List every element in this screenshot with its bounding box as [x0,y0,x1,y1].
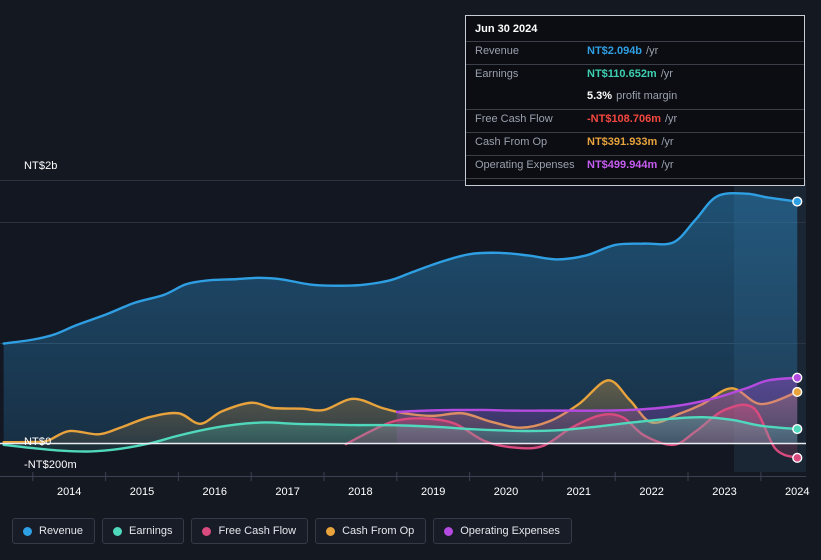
tooltip-row: Earnings NT$110.652m/yr [466,64,804,87]
tooltip-row-key: Operating Expenses [475,159,575,171]
x-axis-label-2023: 2023 [712,486,737,498]
y-axis-label-bottom: -NT$200m [24,459,77,471]
tooltip-row: 5.3% profit margin [466,87,804,109]
y-axis-label-top: NT$2b [24,160,58,172]
legend-color-dot [202,526,212,536]
tooltip-row-value: -NT$108.706m [587,113,661,125]
tooltip-row-value: NT$110.652m [587,68,657,80]
legend-label: Cash From Op [342,525,415,537]
tooltip-row-key: Earnings [475,68,519,80]
legend-item-free-cash-flow[interactable]: Free Cash Flow [191,518,309,544]
tooltip-row-suffix: /yr [661,136,674,148]
x-axis-label-2019: 2019 [420,486,446,498]
endpoint-marker [792,452,803,463]
x-axis-label-2015: 2015 [129,486,155,498]
endpoint-marker [792,386,803,398]
legend-color-dot [23,526,32,536]
x-axis-label-2017: 2017 [275,486,300,498]
tooltip-row-value: NT$2.094b [587,45,643,57]
x-axis-label-2021: 2021 [566,486,592,498]
legend-color-dot [113,526,123,536]
tooltip-row-suffix: /yr [646,45,659,57]
x-axis-label-2022: 2022 [639,486,664,498]
legend-label: Revenue [39,525,84,537]
tooltip-date: Jun 30 2024 [475,23,538,35]
tooltip-row: Revenue NT$2.094b/yr [466,41,804,64]
tooltip-rows: Revenue NT$2.094b/yr Earnings NT$110.652m/y… [466,41,804,178]
tooltip-row: Free Cash Flow -NT$108.706m/yr [466,109,804,132]
tooltip-row-value: NT$391.933m [587,136,658,148]
x-axis-label-2018: 2018 [348,486,373,498]
y-axis-label-zero: NT$0 [24,436,52,448]
x-axis-label-2016: 2016 [202,486,228,498]
tooltip-row-suffix: profit margin [616,90,678,102]
endpoint-marker [792,423,803,435]
legend-item-operating-expenses[interactable]: Operating Expenses [433,518,572,544]
endpoint-marker [792,196,803,207]
tooltip-row: Cash From Op NT$391.933m/yr [466,132,804,155]
tooltip-row-suffix: /yr [660,68,673,80]
tooltip-row: Operating Expenses NT$499.944m/yr [466,155,804,178]
tooltip-row-value: NT$499.944m [587,159,658,171]
tooltip-row-suffix: /yr [661,159,674,171]
legend-color-dot [326,526,336,536]
legend-item-cash-from-op[interactable]: Cash From Op [315,518,427,544]
data-tooltip: Jun 30 2024 Revenue NT$2.094b/yr Earnings N… [465,15,805,186]
legend-label: Free Cash Flow [218,525,297,537]
tooltip-row-key: Revenue [475,45,520,57]
legend-item-earnings[interactable]: Earnings [102,518,185,544]
endpoint-marker [792,372,803,383]
tooltip-row-key: Free Cash Flow [475,113,553,125]
tooltip-bottom-rule [466,178,804,185]
tooltip-row-value: 5.3% [587,90,613,102]
legend-label: Operating Expenses [460,525,560,537]
x-axis-label-2020: 2020 [493,486,519,498]
legend-item-revenue[interactable]: Revenue [12,518,96,544]
legend-color-dot [444,526,454,536]
x-axis-label-2014: 2014 [56,486,82,498]
legend-label: Earnings [129,525,173,537]
tooltip-row-suffix: /yr [665,113,678,125]
x-axis-label-2024: 2024 [785,486,810,498]
chart-legend: Revenue Earnings Free Cash Flow Cash From O… [12,518,572,544]
tooltip-row-key: Cash From Op [475,136,548,148]
